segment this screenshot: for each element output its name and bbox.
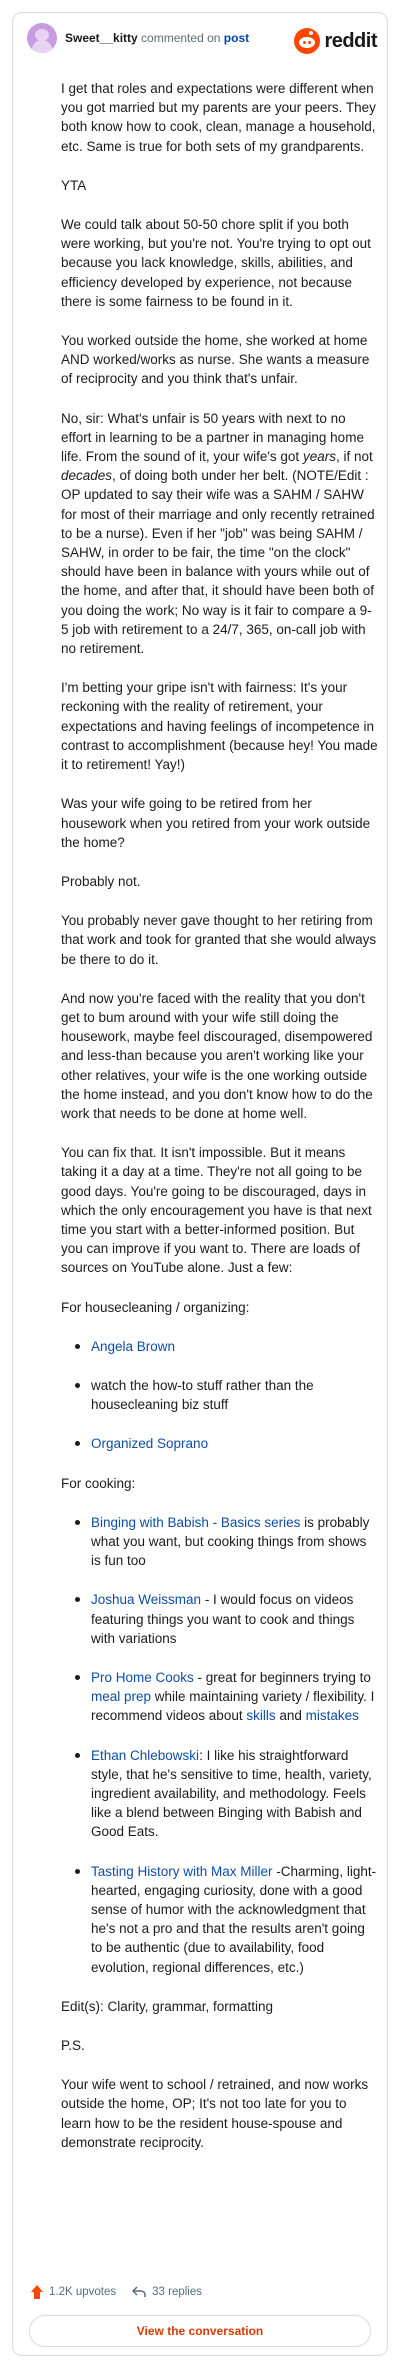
housecleaning-list: Angela Brown watch the how-to stuff rath… — [61, 1337, 379, 1454]
paragraph: We could talk about 50-50 chore split if… — [61, 217, 371, 309]
comment-stats: 1.2K upvotes 33 replies — [31, 2285, 202, 2299]
upvote-count: 1.2K upvotes — [49, 2286, 117, 2298]
list-item: Tasting History with Max Miller -Charmin… — [75, 1862, 379, 1977]
paragraph: I get that roles and expectations were d… — [61, 81, 376, 154]
comment-card: Sweet__kitty commented on post reddit I … — [12, 12, 388, 2356]
paragraph: Was your wife going to be retired from h… — [61, 796, 371, 850]
view-conversation-button[interactable]: View the conversation — [29, 2315, 371, 2347]
paragraph: And now you're faced with the reality th… — [61, 990, 373, 1121]
username[interactable]: Sweet__kitty — [65, 31, 138, 45]
paragraph: For cooking: — [61, 1475, 136, 1491]
emphasis-years: years — [302, 449, 336, 465]
list-item: Angela Brown — [75, 1337, 379, 1356]
list-item: Pro Home Cooks - great for beginners try… — [75, 1668, 379, 1726]
paragraph: You worked outside the home, she worked … — [61, 333, 370, 387]
paragraph: No, sir: What's unfair is 50 years with … — [61, 410, 375, 657]
link-pro-home-cooks[interactable]: Pro Home Cooks — [91, 1670, 194, 1685]
paragraph: Your wife went to school / retrained, an… — [61, 2077, 369, 2150]
upvote-icon[interactable] — [31, 2285, 43, 2299]
link-meal-prep[interactable]: meal prep — [91, 1689, 151, 1704]
comment-footer: 1.2K upvotes 33 replies View the convers… — [13, 2281, 387, 2355]
link-tasting-history[interactable]: Tasting History with Max Miller — [91, 1864, 273, 1879]
list-item: Binging with Babish - Basics series is p… — [75, 1513, 379, 1571]
paragraph: P.S. — [61, 2038, 85, 2054]
post-link[interactable]: post — [224, 31, 249, 45]
paragraph: Edit(s): Clarity, grammar, formatting — [61, 1998, 274, 2014]
link-angela-brown[interactable]: Angela Brown — [91, 1339, 175, 1354]
reddit-logo[interactable]: reddit — [294, 27, 377, 55]
paragraph: YTA — [61, 177, 87, 193]
comment-body: I get that roles and expectations were d… — [61, 79, 379, 2172]
link-organized-soprano[interactable]: Organized Soprano — [91, 1436, 208, 1451]
paragraph: Probably not. — [61, 873, 141, 889]
reply-icon — [132, 2286, 146, 2298]
avatar-body — [32, 40, 52, 53]
paragraph: For housecleaning / organizing: — [61, 1299, 250, 1315]
emphasis-decades: decades — [61, 468, 113, 484]
avatar[interactable] — [27, 23, 57, 53]
paragraph: You probably never gave thought to her r… — [61, 913, 377, 967]
link-skills[interactable]: skills — [246, 1708, 275, 1723]
comment-meta: Sweet__kitty commented on post — [65, 31, 249, 45]
reddit-logo-icon — [294, 28, 321, 54]
reply-count: 33 replies — [152, 2286, 203, 2298]
action-text: commented on — [141, 31, 221, 45]
list-item: Joshua Weissman - I would focus on video… — [75, 1590, 379, 1648]
link-mistakes[interactable]: mistakes — [306, 1708, 359, 1723]
paragraph: You can fix that. It isn't impossible. B… — [61, 1145, 372, 1276]
link-joshua-weissman[interactable]: Joshua Weissman — [91, 1592, 201, 1607]
paragraph: I'm betting your gripe isn't with fairne… — [61, 680, 378, 773]
link-ethan-chlebowski[interactable]: Ethan Chlebowski — [91, 1748, 199, 1763]
list-item: Ethan Chlebowski: I like his straightfor… — [75, 1746, 379, 1842]
list-item: watch the how-to stuff rather than the h… — [75, 1376, 379, 1414]
link-binging-with-babish[interactable]: Binging with Babish - Basics series — [91, 1515, 300, 1530]
cooking-list: Binging with Babish - Basics series is p… — [61, 1513, 379, 1977]
comment-header: Sweet__kitty commented on post reddit — [13, 13, 387, 57]
list-item: Organized Soprano — [75, 1434, 379, 1453]
reddit-wordmark: reddit — [324, 29, 377, 52]
